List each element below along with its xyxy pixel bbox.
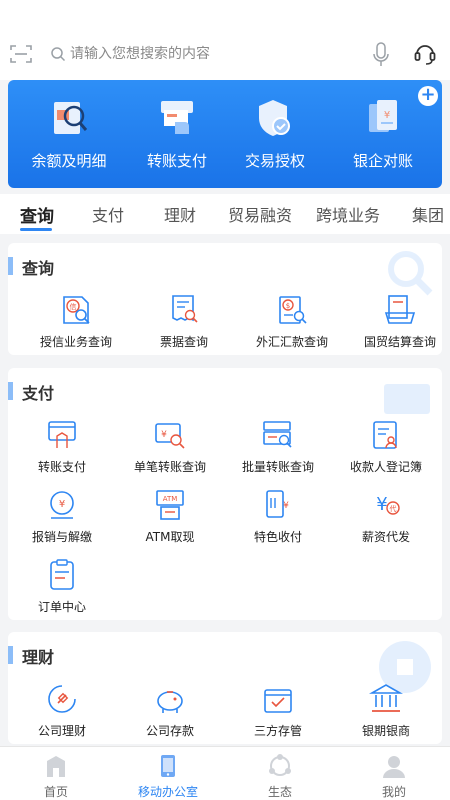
svg-text:¥: ¥	[283, 501, 289, 511]
section-query: 查询 信 授信业务查询 票据查询 $ 外汇汇款查询 国贸结算查询	[8, 243, 442, 355]
top-bar	[0, 0, 450, 80]
menu-item-transfer-pay[interactable]: 转账支付	[8, 418, 116, 482]
piggy-bank-icon	[157, 691, 183, 713]
headset-icon[interactable]	[414, 42, 436, 66]
bill-query-icon	[172, 295, 198, 323]
tab-cross-border[interactable]: 跨境业务	[316, 202, 380, 226]
menu-item-payee-registry[interactable]: 收款人登记簿	[332, 418, 440, 482]
nav-home[interactable]: 首页	[0, 753, 112, 800]
forex-remittance-icon: $	[279, 296, 307, 324]
svg-text:¥: ¥	[161, 430, 167, 440]
atm-icon: ATM	[156, 490, 184, 520]
ecosystem-icon	[269, 754, 291, 776]
category-tabs: 查询 支付 理财 贸易融资 跨境业务 集团	[0, 194, 450, 234]
balance-detail-icon	[54, 102, 88, 134]
svg-text:$: $	[286, 302, 290, 310]
menu-item-trade-settle-query[interactable]: 国贸结算查询	[346, 293, 442, 355]
menu-item-bank-futures[interactable]: 银期银商	[332, 682, 440, 744]
card-watermark-icon	[384, 384, 430, 414]
bottom-navigation: 首页 移动办公室 生态 我的	[0, 746, 450, 800]
tab-pay[interactable]: 支付	[92, 202, 124, 226]
single-transfer-icon: ¥	[155, 423, 185, 449]
search-icon	[51, 47, 66, 62]
banner-item-balance[interactable]: 余额及明细	[14, 96, 124, 176]
section-title: 查询	[22, 259, 55, 278]
credit-query-icon: 信	[63, 296, 90, 324]
nav-profile[interactable]: 我的	[338, 753, 450, 800]
menu-item-forex-query[interactable]: $ 外汇汇款查询	[238, 293, 346, 355]
section-marker	[8, 257, 13, 275]
menu-item-payroll[interactable]: ¥ 代 薪资代发	[332, 488, 440, 552]
batch-transfer-icon	[263, 421, 292, 448]
menu-item-corp-wealth[interactable]: 公司理财	[8, 682, 116, 744]
banner-item-reconcile[interactable]: ¥ 银企对账	[328, 96, 438, 176]
nav-ecosystem[interactable]: 生态	[224, 753, 336, 800]
menu-item-single-transfer-query[interactable]: ¥ 单笔转账查询	[116, 418, 224, 482]
profile-icon	[383, 756, 405, 778]
menu-item-order-center[interactable]: 订单中心	[8, 558, 116, 620]
banner-item-auth[interactable]: 交易授权	[220, 96, 330, 176]
nav-mobile-office[interactable]: 移动办公室	[112, 753, 224, 800]
mobile-office-icon	[161, 755, 175, 777]
menu-item-batch-transfer-query[interactable]: 批量转账查询	[224, 418, 332, 482]
banner-item-transfer[interactable]: 转账支付	[122, 96, 232, 176]
home-icon	[47, 756, 65, 777]
trade-settlement-icon	[384, 295, 416, 324]
tab-group[interactable]: 集团	[412, 202, 444, 226]
search-input[interactable]	[70, 40, 370, 68]
custody-box-icon	[264, 689, 292, 713]
active-tab-indicator	[20, 228, 52, 231]
corporate-wealth-icon	[48, 685, 76, 713]
svg-text:ATM: ATM	[163, 495, 178, 503]
svg-text:代: 代	[390, 504, 397, 513]
search-box[interactable]	[42, 38, 398, 70]
section-marker	[8, 382, 13, 400]
order-center-icon	[50, 559, 74, 590]
menu-item-credit-query[interactable]: 信 授信业务查询	[22, 293, 130, 355]
transfer-pay-icon	[161, 101, 193, 134]
special-collect-icon: ¥	[266, 490, 289, 518]
bank-building-icon	[369, 684, 403, 712]
section-finance: 理财 公司理财 公司存款 三方存管 银期银商	[8, 632, 442, 744]
transaction-auth-icon	[259, 100, 290, 136]
menu-item-special-collect[interactable]: ¥ 特色收付	[224, 488, 332, 552]
tab-trade-finance[interactable]: 贸易融资	[228, 202, 292, 226]
microphone-icon[interactable]	[372, 42, 390, 68]
menu-item-corp-deposit[interactable]: 公司存款	[116, 682, 224, 744]
payroll-icon: ¥ 代	[376, 494, 400, 515]
menu-item-bill-query[interactable]: 票据查询	[130, 293, 238, 355]
section-pay: 支付 转账支付 ¥ 单笔转账查询 批量转账查询 收款人登记簿 ¥ 报销与解缴 A…	[8, 368, 442, 620]
svg-text:¥: ¥	[376, 494, 387, 515]
section-marker	[8, 646, 13, 664]
scan-icon[interactable]	[10, 44, 32, 64]
menu-item-atm-withdraw[interactable]: ATM ATM取现	[116, 488, 224, 552]
bank-reconcile-icon: ¥	[369, 100, 397, 132]
tab-finance[interactable]: 理财	[164, 202, 196, 226]
svg-text:信: 信	[70, 302, 77, 311]
menu-item-reimburse[interactable]: ¥ 报销与解缴	[8, 488, 116, 552]
section-title: 理财	[22, 648, 55, 667]
menu-item-third-party-custody[interactable]: 三方存管	[224, 682, 332, 744]
svg-text:¥: ¥	[59, 499, 65, 510]
section-title: 支付	[22, 384, 55, 403]
payee-registry-icon	[373, 421, 397, 449]
magnifier-watermark-icon	[388, 251, 433, 296]
svg-text:¥: ¥	[384, 110, 390, 121]
transfer-pay-icon	[48, 421, 76, 448]
tab-query[interactable]: 查询	[20, 202, 54, 227]
reimburse-icon: ¥	[50, 491, 74, 519]
